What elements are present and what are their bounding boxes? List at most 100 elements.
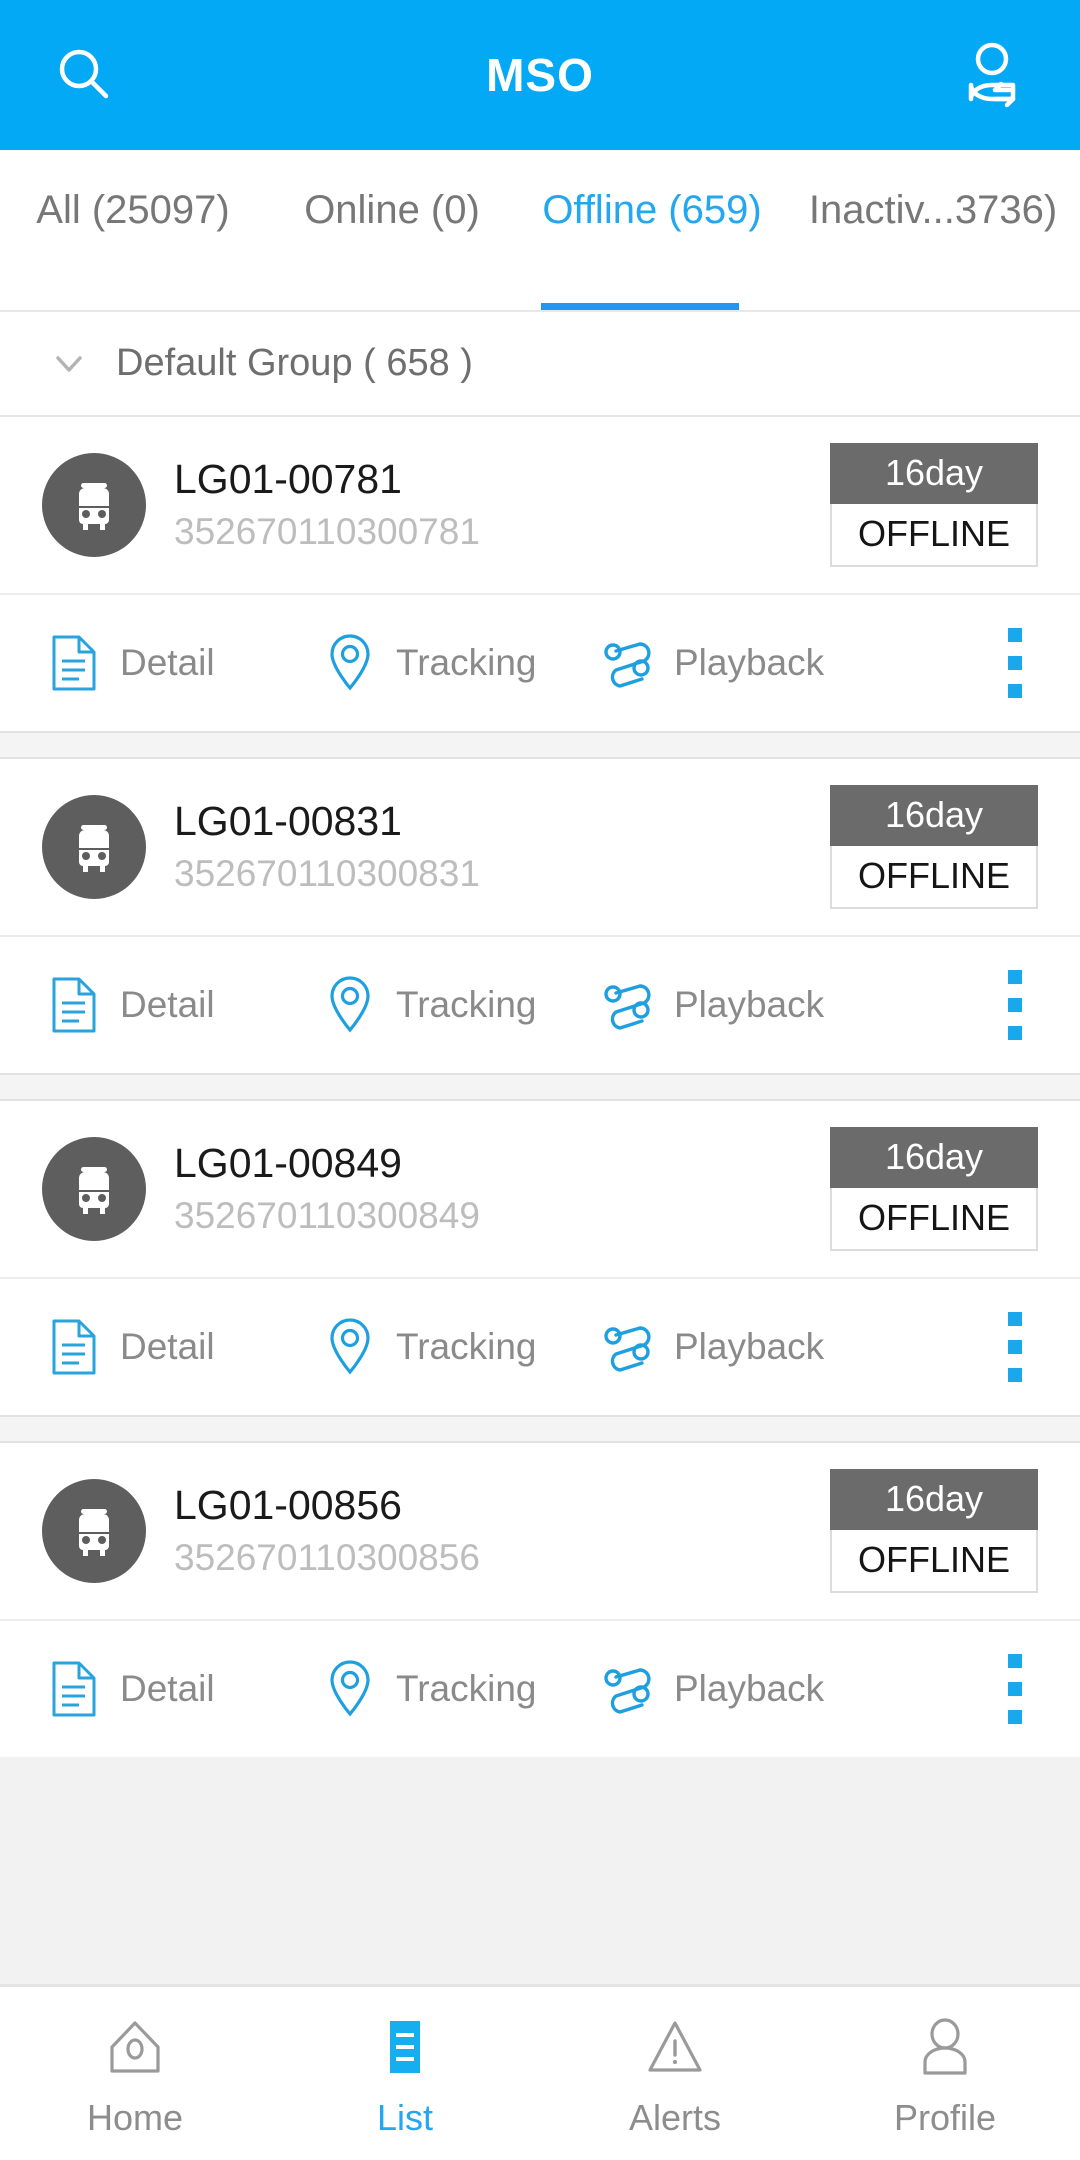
map-pin-icon xyxy=(322,1316,378,1378)
playback-label: Playback xyxy=(674,984,825,1025)
device-card[interactable]: LG01-00831 352670110300831 16day OFFLINE Det… xyxy=(0,759,1080,1073)
nav-item-home[interactable]: Home xyxy=(0,1987,270,2160)
kebab-menu-icon[interactable] xyxy=(992,1308,1038,1386)
device-summary-row[interactable]: LG01-00849 352670110300849 16day OFFLINE xyxy=(0,1101,1080,1277)
kebab-menu-icon[interactable] xyxy=(992,1650,1038,1728)
map-pin-icon xyxy=(322,632,378,694)
tab-inactive[interactable]: Inactiv...3736) xyxy=(786,150,1080,262)
bus-icon xyxy=(42,1137,146,1241)
playback-button[interactable]: Playback xyxy=(600,632,890,694)
device-name: LG01-00856 xyxy=(174,1482,402,1529)
detail-button[interactable]: Detail xyxy=(46,632,322,694)
tab-offline[interactable]: Offline (659) xyxy=(518,150,786,262)
document-icon xyxy=(46,632,102,694)
device-imei: 352670110300849 xyxy=(174,1195,480,1237)
nav-item-alerts[interactable]: Alerts xyxy=(540,1987,810,2160)
nav-item-profile[interactable]: Profile xyxy=(810,1987,1080,2160)
status-text: OFFLINE xyxy=(830,504,1038,567)
bus-icon xyxy=(42,795,146,899)
nav-label-home: Home xyxy=(86,2096,184,2138)
device-name: LG01-00781 xyxy=(174,456,402,503)
playback-button[interactable]: Playback xyxy=(600,1658,890,1720)
device-name: LG01-00831 xyxy=(174,798,402,845)
detail-label: Detail xyxy=(120,1668,215,1709)
device-text: LG01-00831 352670110300831 xyxy=(174,796,480,897)
tab-active-indicator xyxy=(541,303,739,310)
offline-duration: 16day xyxy=(830,443,1038,504)
bus-icon xyxy=(42,453,146,557)
device-text: LG01-00781 352670110300781 xyxy=(174,454,480,555)
page-title: MSO xyxy=(486,49,594,101)
status-text: OFFLINE xyxy=(830,1188,1038,1251)
tracking-button[interactable]: Tracking xyxy=(322,1316,600,1378)
device-text: LG01-00856 352670110300856 xyxy=(174,1480,480,1581)
kebab-menu-icon[interactable] xyxy=(992,966,1038,1044)
home-icon xyxy=(101,2009,169,2085)
document-icon xyxy=(46,974,102,1036)
group-header-row[interactable]: Default Group ( 658 ) xyxy=(0,312,1080,417)
route-path-icon xyxy=(600,1658,656,1720)
document-icon xyxy=(46,1658,102,1720)
search-icon[interactable] xyxy=(48,39,120,111)
device-card[interactable]: LG01-00781 352670110300781 16day OFFLINE Det… xyxy=(0,417,1080,731)
detail-button[interactable]: Detail xyxy=(46,1658,322,1720)
tracking-button[interactable]: Tracking xyxy=(322,974,600,1036)
nav-item-list[interactable]: List xyxy=(270,1987,540,2160)
card-separator xyxy=(0,731,1080,759)
tab-all[interactable]: All (25097) xyxy=(0,150,266,262)
nav-label-profile: Profile xyxy=(893,2096,997,2138)
device-action-row: Detail Tracking Playback xyxy=(0,1277,1080,1415)
nav-label-alerts: Alerts xyxy=(628,2096,722,2138)
device-action-row: Detail Tracking Playback xyxy=(0,593,1080,731)
device-imei: 352670110300781 xyxy=(174,511,480,553)
group-label: Default Group ( 658 ) xyxy=(116,342,473,384)
device-summary-row[interactable]: LG01-00781 352670110300781 16day OFFLINE xyxy=(0,417,1080,593)
device-card[interactable]: LG01-00849 352670110300849 16day OFFLINE Det… xyxy=(0,1101,1080,1415)
device-text: LG01-00849 352670110300849 xyxy=(174,1138,480,1239)
offline-duration: 16day xyxy=(830,785,1038,846)
detail-label: Detail xyxy=(120,984,215,1025)
tracking-label: Tracking xyxy=(396,1668,537,1709)
device-list[interactable]: LG01-00781 352670110300781 16day OFFLINE Det… xyxy=(0,417,1080,1984)
list-icon xyxy=(371,2009,439,2085)
detail-label: Detail xyxy=(120,1326,215,1367)
tracking-label: Tracking xyxy=(396,984,537,1025)
status-text: OFFLINE xyxy=(830,846,1038,909)
map-pin-icon xyxy=(322,974,378,1036)
tracking-label: Tracking xyxy=(396,1326,537,1367)
app-root: MSO All (25097) Online (0) Offline (659)… xyxy=(0,0,1080,2160)
filter-tabs: All (25097) Online (0) Offline (659) Ina… xyxy=(0,150,1080,312)
device-card[interactable]: LG01-00856 352670110300856 16day OFFLINE Det… xyxy=(0,1443,1080,1757)
device-action-row: Detail Tracking Playback xyxy=(0,1619,1080,1757)
tab-online[interactable]: Online (0) xyxy=(266,150,518,262)
bus-icon xyxy=(42,1479,146,1583)
detail-button[interactable]: Detail xyxy=(46,1316,322,1378)
playback-button[interactable]: Playback xyxy=(600,974,890,1036)
switch-user-icon[interactable] xyxy=(952,35,1032,115)
status-badge: 16day OFFLINE xyxy=(830,1469,1038,1593)
device-summary-row[interactable]: LG01-00831 352670110300831 16day OFFLINE xyxy=(0,759,1080,935)
tracking-label: Tracking xyxy=(396,642,537,683)
route-path-icon xyxy=(600,1316,656,1378)
detail-button[interactable]: Detail xyxy=(46,974,322,1036)
card-separator xyxy=(0,1073,1080,1101)
device-summary-row[interactable]: LG01-00856 352670110300856 16day OFFLINE xyxy=(0,1443,1080,1619)
offline-duration: 16day xyxy=(830,1469,1038,1530)
warning-triangle-icon xyxy=(641,2009,709,2085)
card-separator xyxy=(0,1415,1080,1443)
chevron-down-icon xyxy=(46,341,92,387)
bottom-navigation: Home List Alerts Profile xyxy=(0,1984,1080,2160)
tracking-button[interactable]: Tracking xyxy=(322,1658,600,1720)
playback-button[interactable]: Playback xyxy=(600,1316,890,1378)
route-path-icon xyxy=(600,632,656,694)
tracking-button[interactable]: Tracking xyxy=(322,632,600,694)
device-action-row: Detail Tracking Playback xyxy=(0,935,1080,1073)
status-badge: 16day OFFLINE xyxy=(830,443,1038,567)
map-pin-icon xyxy=(322,1658,378,1720)
document-icon xyxy=(46,1316,102,1378)
playback-label: Playback xyxy=(674,642,825,683)
status-badge: 16day OFFLINE xyxy=(830,1127,1038,1251)
kebab-menu-icon[interactable] xyxy=(992,624,1038,702)
app-header: MSO xyxy=(0,0,1080,150)
person-icon xyxy=(911,2009,979,2085)
